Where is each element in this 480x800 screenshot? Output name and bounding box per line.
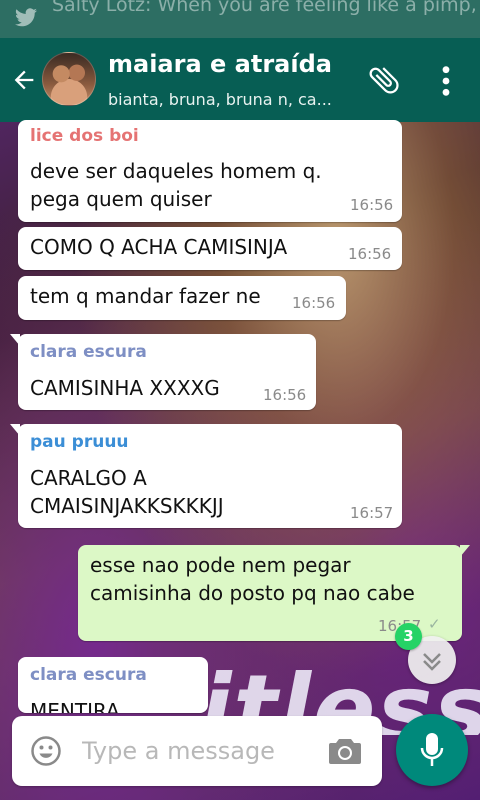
message-bubble[interactable]: clara escura CAMISINHA XXXXG 16:56 — [10, 334, 316, 410]
message-text: esse nao pode nem pegar camisinha do pos… — [90, 553, 415, 605]
emoji-icon[interactable] — [30, 735, 62, 767]
message-text: COMO Q ACHA CAMISINJA — [30, 235, 288, 259]
message-time: 16:57 — [350, 504, 394, 522]
sender-name: clara escura — [30, 342, 147, 362]
back-arrow-icon[interactable] — [10, 66, 38, 94]
voice-record-button[interactable] — [396, 714, 468, 786]
message-bubble[interactable]: pau pruuu CARALGO A CMAISINJAKKSKKKJJ 16… — [10, 424, 402, 528]
message-time: 16:56 — [350, 196, 394, 214]
sender-name: pau pruuu — [30, 432, 129, 452]
paperclip-icon[interactable] — [366, 62, 402, 98]
camera-icon[interactable] — [328, 736, 362, 766]
message-composer — [12, 716, 382, 786]
message-time: 16:56 — [263, 386, 307, 404]
chat-header: maiara e atraída bianta, bruna, bruna n,… — [0, 38, 480, 122]
message-text: CARALGO A CMAISINJAKKSKKKJJ — [30, 466, 224, 518]
notification-text: Salty Lotz: When you are feeling like a … — [52, 0, 480, 16]
unread-count-badge: 3 — [395, 623, 422, 650]
message-time: 16:56 — [292, 294, 336, 312]
more-vert-icon[interactable] — [432, 64, 460, 98]
message-input[interactable] — [82, 728, 322, 774]
chat-participants[interactable]: bianta, bruna, bruna n, ca... — [108, 90, 348, 109]
sent-check-icon: ✓ — [428, 615, 441, 633]
mic-icon — [420, 733, 444, 766]
message-text: deve ser daqueles homem q. pega quem qui… — [30, 159, 322, 211]
message-bubble[interactable]: clara escura MENTIRA — [18, 657, 208, 713]
twitter-icon — [15, 8, 37, 27]
sender-name: clara escura — [30, 665, 147, 685]
message-text: CAMISINHA XXXXG — [30, 376, 220, 400]
message-bubble[interactable]: lice dos boi deve ser daqueles homem q. … — [18, 120, 402, 222]
notification-strip[interactable]: Salty Lotz: When you are feeling like a … — [0, 0, 480, 38]
message-time: 16:56 — [348, 245, 392, 263]
chat-title[interactable]: maiara e atraída — [108, 50, 358, 78]
message-bubble[interactable]: tem q mandar fazer ne 16:56 — [18, 276, 346, 320]
sender-name: lice dos boi — [30, 126, 139, 146]
message-bubble[interactable]: COMO Q ACHA CAMISINJA 16:56 — [18, 227, 402, 270]
message-text: MENTIRA — [30, 699, 120, 713]
message-text: tem q mandar fazer ne — [30, 284, 261, 308]
group-avatar[interactable] — [42, 52, 96, 106]
